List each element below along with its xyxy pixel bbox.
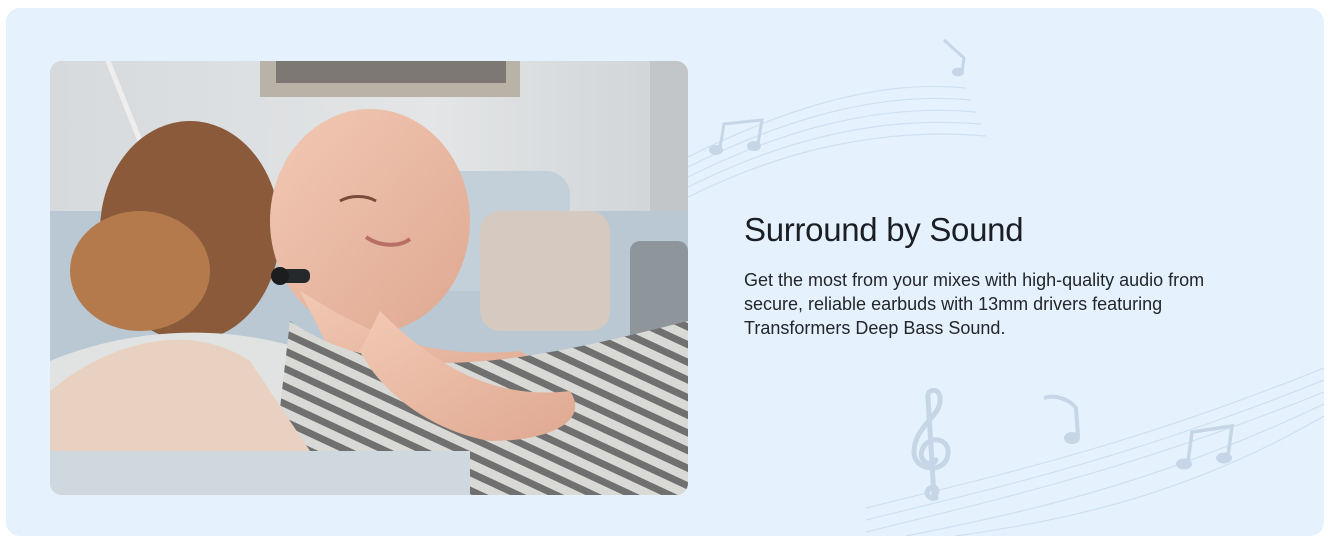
feature-card: Surround by Sound Get the most from your… — [6, 8, 1324, 536]
lifestyle-photo — [50, 61, 688, 495]
music-note-icon — [1176, 423, 1235, 470]
music-note-icon — [942, 38, 966, 77]
feature-text: Surround by Sound Get the most from your… — [744, 210, 1284, 340]
music-note-icon — [1043, 394, 1080, 444]
treble-clef-icon — [911, 388, 951, 501]
feature-description: Get the most from your mixes with high-q… — [744, 269, 1205, 338]
feature-title: Surround by Sound — [744, 211, 1024, 248]
music-note-icon — [709, 118, 764, 155]
